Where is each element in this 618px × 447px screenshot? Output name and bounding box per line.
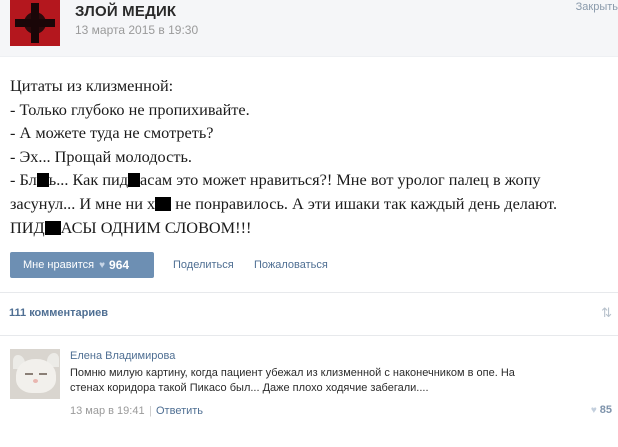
comment-author[interactable]: Елена Владимирова [70, 350, 175, 362]
divider [0, 335, 618, 336]
post-line: - Бл ь... Как пид асам это может нравиться… [10, 168, 610, 192]
post-text-fragment: не понравилось. А эти ишаки так каждый д… [171, 193, 558, 213]
group-avatar[interactable] [10, 0, 60, 46]
post-text: Цитаты из клизменной: - Только глубоко н… [10, 74, 610, 239]
cat-face [16, 359, 56, 393]
post-line: ПИД АСЫ ОДНИМ СЛОВОМ!!! [10, 216, 610, 240]
censor-block [128, 173, 141, 188]
heart-icon: ♥ [590, 405, 597, 416]
censor-block [36, 173, 49, 188]
like-count: 964 [109, 258, 130, 272]
report-link[interactable]: Пожаловаться [254, 259, 328, 271]
close-link[interactable]: Закрыть [576, 1, 618, 13]
comment-like-button[interactable]: ♥ 85 [591, 404, 612, 416]
post-date[interactable]: 13 марта 2015 в 19:30 [75, 23, 198, 37]
post-text-fragment: асам это может нравиться?! Мне вот уроло… [140, 170, 541, 190]
reply-link[interactable]: Ответить [156, 405, 203, 417]
cat-nose [33, 379, 38, 383]
post-text-fragment: - Бл [10, 170, 37, 190]
post-line: Цитаты из клизменной: [10, 76, 174, 95]
post-line: - Эх... Прощай молодость. [10, 146, 192, 166]
comments-count-link[interactable]: 111 комментариев [9, 307, 108, 319]
like-label: Мне нравится [23, 259, 95, 271]
post-header: ЗЛОЙ МЕДИК 13 марта 2015 в 19:30 Закрыть [0, 0, 618, 57]
censor-block [44, 220, 61, 235]
post-line: засунул... И мне ни х не понравилось. А … [10, 192, 610, 216]
cat-eye [25, 373, 33, 375]
share-link[interactable]: Поделиться [173, 259, 234, 271]
cross-icon-bar [15, 19, 55, 27]
heart-icon: ♥ [99, 259, 106, 271]
comment-separator: | [149, 405, 152, 417]
post-text-fragment: ь... Как пид [48, 170, 129, 190]
censor-block [155, 196, 172, 211]
sort-arrows-icon[interactable]: ⇅ [601, 305, 612, 321]
like-button[interactable]: Мне нравится ♥ 964 [10, 252, 154, 278]
post-text-fragment: засунул... И мне ни х [10, 193, 156, 213]
post-author[interactable]: ЗЛОЙ МЕДИК [75, 3, 176, 20]
comment-text: Помню милую картину, когда пациент убежа… [70, 367, 515, 394]
comment-like-count: 85 [599, 404, 612, 416]
post-text-fragment: ПИД [10, 217, 45, 237]
divider [0, 292, 618, 293]
post-line: - Только глубоко не пропихивайте. [10, 99, 250, 119]
cat-eye [39, 373, 47, 375]
post-text-fragment: АСЫ ОДНИМ СЛОВОМ!!! [60, 217, 252, 237]
post-line: - А можете туда не смотреть? [10, 123, 214, 143]
comment-date[interactable]: 13 мар в 19:41 [70, 405, 145, 417]
comment-avatar[interactable] [10, 349, 60, 399]
